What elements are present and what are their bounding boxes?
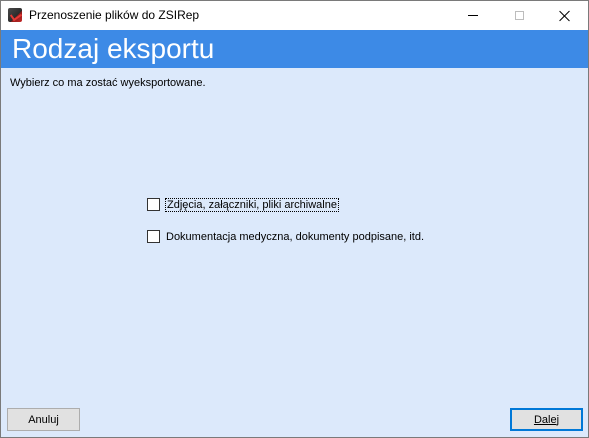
attachments-checkbox[interactable] (147, 198, 160, 211)
content-panel: Wybierz co ma zostać wyeksportowane. Zdj… (1, 68, 588, 403)
close-button[interactable] (542, 1, 588, 30)
footer-bar: Anuluj Dalej (1, 403, 588, 437)
option-attachments[interactable]: Zdjęcia, załączniki, pliki archiwalne (147, 197, 339, 212)
medical-docs-label: Dokumentacja medyczna, dokumenty podpisa… (166, 230, 425, 243)
window-title: Przenoszenie plików do ZSIRep (29, 8, 200, 22)
maximize-icon (514, 11, 524, 20)
next-button-label: Dalej (533, 413, 560, 426)
title-bar[interactable]: Przenoszenie plików do ZSIRep (1, 1, 588, 30)
maximize-button (496, 1, 542, 30)
minimize-icon (468, 15, 478, 16)
cancel-button-label: Anuluj (28, 413, 59, 426)
attachments-label: Zdjęcia, załączniki, pliki archiwalne (165, 197, 339, 212)
medical-docs-checkbox[interactable] (147, 230, 160, 243)
page-title: Rodzaj eksportu (12, 33, 215, 64)
close-icon (559, 10, 571, 22)
instruction-text: Wybierz co ma zostać wyeksportowane. (10, 77, 206, 89)
dialog-window: Przenoszenie plików do ZSIRep Rodzaj eks… (0, 0, 589, 438)
cancel-button[interactable]: Anuluj (7, 408, 80, 431)
next-button[interactable]: Dalej (510, 408, 583, 431)
minimize-button[interactable] (450, 1, 496, 30)
option-medical-docs[interactable]: Dokumentacja medyczna, dokumenty podpisa… (147, 230, 424, 243)
header-band: Rodzaj eksportu (1, 30, 588, 68)
app-icon (8, 8, 22, 22)
